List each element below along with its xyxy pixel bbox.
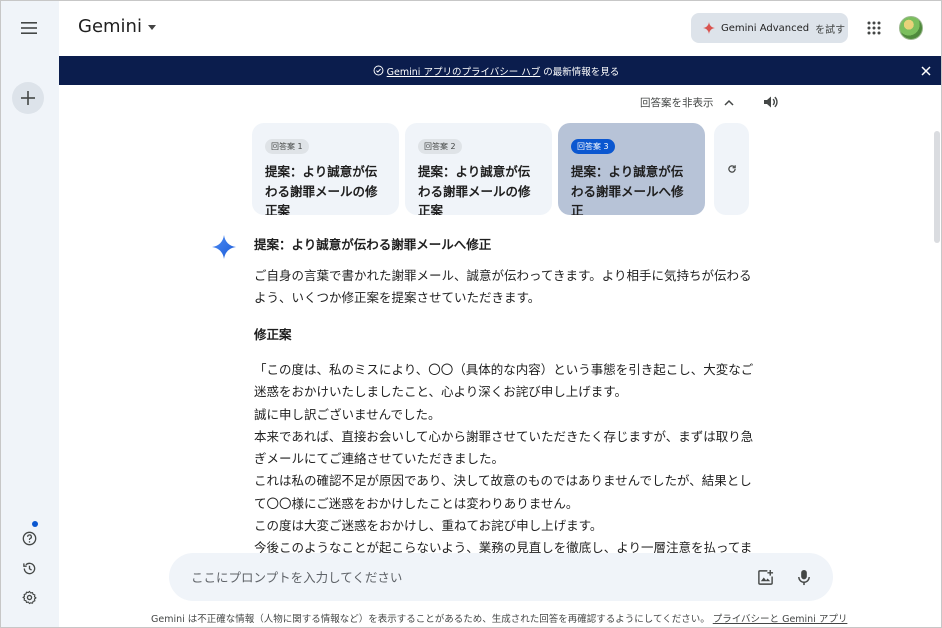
banner-close-button[interactable] bbox=[918, 63, 933, 78]
upload-image-button[interactable] bbox=[755, 567, 775, 587]
mic-icon bbox=[798, 569, 810, 585]
draft-badge: 回答案 1 bbox=[265, 139, 309, 154]
add-image-icon bbox=[757, 569, 773, 585]
privacy-link[interactable]: プライバシーと Gemini アプリ bbox=[713, 614, 848, 625]
letter-line: 本来であれば、直接お会いして心から謝罪させていただきたく存じますが、まずは取り急… bbox=[254, 428, 754, 467]
chevron-down-icon bbox=[147, 25, 156, 30]
disclaimer-text: Gemini は不正確な情報（人物に関する情報など）を表示することがあるため、生… bbox=[151, 614, 710, 625]
advanced-try-label: を試す bbox=[815, 24, 846, 36]
banner-suffix: の最新情報を見る bbox=[543, 66, 620, 78]
privacy-banner: Gemini アプリのプライバシー ハブ の最新情報を見る bbox=[59, 56, 941, 85]
help-icon bbox=[22, 531, 36, 545]
scrollbar-thumb[interactable] bbox=[934, 131, 940, 243]
footer-disclaimer: Gemini は不正確な情報（人物に関する情報など）を表示することがあるため、生… bbox=[151, 611, 871, 625]
new-chat-button[interactable] bbox=[12, 82, 44, 114]
gear-icon bbox=[21, 590, 37, 604]
draft-letter: 「この度は、私のミスにより、〇〇（具体的な内容）という事態を引き起こし、大変なご… bbox=[254, 359, 754, 553]
model-switcher[interactable]: Gemini bbox=[78, 16, 156, 37]
privacy-hub-link[interactable]: Gemini アプリのプライバシー ハブ bbox=[387, 64, 541, 78]
model-response: 提案：より誠意が伝わる謝罪メールへ修正 ご自身の言葉で書かれた謝罪メール、誠意が… bbox=[254, 235, 754, 553]
try-advanced-button[interactable]: Gemini Advanced を試す bbox=[691, 13, 848, 43]
hide-drafts-toggle[interactable]: 回答案を非表示 bbox=[640, 95, 734, 110]
draft-text: 提案：より誠意が伝わる謝罪メールの修正案 bbox=[265, 164, 378, 215]
menu-icon bbox=[21, 22, 37, 34]
letter-line: これは私の確認不足が原因であり、決して故意のものではありませんでしたが、結果とし… bbox=[254, 473, 752, 511]
gemini-app: Gemini Gemini Advanced を試す Gemini アプリのプラ… bbox=[0, 0, 942, 628]
letter-line: この度は大変ご迷惑をおかけし、重ねてお詫び申し上げます。 bbox=[254, 518, 603, 534]
app-title: Gemini bbox=[78, 16, 142, 37]
draft-badge: 回答案 2 bbox=[418, 139, 462, 154]
draft-card-1[interactable]: 回答案 1 提案：より誠意が伝わる謝罪メールの修正案 bbox=[252, 123, 399, 215]
response-intro: ご自身の言葉で書かれた謝罪メール、誠意が伝わってきます。より相手に気持ちが伝わる… bbox=[254, 268, 752, 305]
draft-text: 提案：より誠意が伝わる謝罪メールの修正案 bbox=[418, 164, 531, 215]
close-icon bbox=[920, 65, 931, 76]
shield-check-icon bbox=[373, 65, 384, 76]
letter-line: 今後このようなことが起こらないよう、業務の見直しを徹底し、より一層注意を払ってま… bbox=[254, 540, 753, 553]
activity-button[interactable] bbox=[15, 554, 43, 582]
history-icon bbox=[22, 562, 35, 574]
advanced-label: Gemini Advanced bbox=[721, 22, 810, 34]
plus-icon bbox=[21, 91, 35, 105]
settings-button[interactable] bbox=[15, 583, 43, 611]
response-title: 提案：より誠意が伝わる謝罪メールへ修正 bbox=[254, 237, 492, 252]
prompt-input[interactable] bbox=[191, 553, 711, 601]
letter-line: 誠に申し訳ございませんでした。 bbox=[254, 406, 441, 422]
regenerate-drafts-button[interactable] bbox=[714, 123, 749, 215]
draft-card-3[interactable]: 回答案 3 提案：より誠意が伝わる謝罪メールへ修正 bbox=[558, 123, 705, 215]
gemini-sparkle-icon bbox=[212, 235, 236, 259]
side-rail bbox=[1, 1, 59, 627]
voice-input-button[interactable] bbox=[794, 567, 814, 587]
draft-badge: 回答案 3 bbox=[571, 139, 615, 154]
help-button[interactable] bbox=[15, 524, 43, 552]
google-apps-button[interactable] bbox=[863, 17, 885, 39]
speaker-icon bbox=[764, 96, 778, 108]
draft-card-2[interactable]: 回答案 2 提案：より誠意が伝わる謝罪メールの修正案 bbox=[405, 123, 552, 215]
read-aloud-button[interactable] bbox=[760, 92, 780, 112]
refresh-icon bbox=[727, 165, 736, 173]
prompt-bar bbox=[169, 553, 833, 601]
section-heading: 修正案 bbox=[254, 327, 292, 342]
chevron-up-icon bbox=[723, 99, 734, 106]
letter-line: 「この度は、私のミスにより、〇〇（具体的な内容）という事態を引き起こし、大変なご… bbox=[254, 362, 754, 400]
draft-text: 提案：より誠意が伝わる謝罪メールへ修正 bbox=[571, 164, 684, 215]
top-bar: Gemini Gemini Advanced を試す bbox=[59, 1, 941, 56]
sparkle-icon bbox=[703, 22, 715, 34]
main-menu-button[interactable] bbox=[12, 11, 46, 45]
apps-grid-icon bbox=[867, 21, 881, 35]
account-avatar[interactable] bbox=[899, 16, 923, 40]
hide-drafts-label: 回答案を非表示 bbox=[640, 97, 714, 109]
